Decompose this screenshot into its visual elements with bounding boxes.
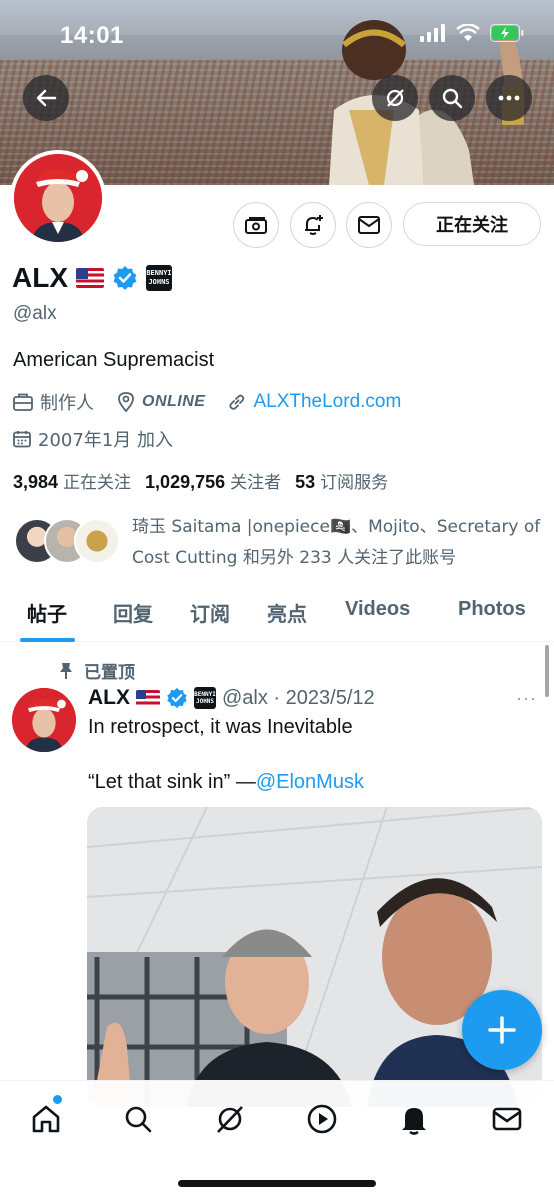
post-photo[interactable] xyxy=(87,807,542,1107)
more-options-button[interactable] xyxy=(486,75,532,121)
post-photo-image xyxy=(87,807,542,1107)
message-button[interactable] xyxy=(346,202,392,248)
affiliate-badge[interactable]: BENNYI JOHNS xyxy=(146,265,172,291)
search-button[interactable] xyxy=(429,75,475,121)
subscriptions-count: 53 xyxy=(295,472,316,492)
mail-icon xyxy=(492,1107,522,1131)
avatar-portrait-icon xyxy=(14,154,102,242)
post-text-line2: “Let that sink in” —@ElonMusk xyxy=(88,771,364,794)
battery-icon xyxy=(490,24,524,42)
back-button[interactable] xyxy=(23,75,69,121)
followers-label: 关注者 xyxy=(230,473,282,493)
followers-stat[interactable]: 1,029,756 关注者 xyxy=(145,468,281,493)
following-label: 正在关注 xyxy=(63,473,132,493)
post-author-avatar[interactable] xyxy=(12,688,76,752)
tab-videos[interactable]: Videos xyxy=(345,598,410,621)
pinned-label: 已置顶 xyxy=(84,663,135,683)
profile-meta-row: 制作人 ONLINE ALXTheLord.com xyxy=(12,389,401,415)
tab-highlights[interactable]: 亮点 xyxy=(267,598,307,627)
profile-stats: 3,984 正在关注 1,029,756 关注者 53 订阅服务 xyxy=(13,468,388,493)
post-author-name[interactable]: ALX xyxy=(88,686,130,710)
profile-website-link[interactable]: ALXTheLord.com xyxy=(253,391,401,413)
post-avatar-portrait-icon xyxy=(12,688,76,752)
signal-icon xyxy=(420,24,445,42)
tab-photos[interactable]: Photos xyxy=(458,598,526,621)
profile-bio: American Supremacist xyxy=(13,349,215,371)
nav-video[interactable] xyxy=(302,1099,342,1139)
profile-avatar[interactable] xyxy=(10,150,106,246)
compose-post-button[interactable] xyxy=(462,990,542,1070)
play-circle-icon xyxy=(307,1104,337,1134)
profile-name: ALX xyxy=(12,262,68,293)
bell-plus-icon xyxy=(305,215,323,235)
followers-you-know-text: 琦玉 Saitama |onepiece🏴‍☠️、Mojito、Secretar… xyxy=(132,517,541,568)
profile-handle: @alx xyxy=(13,303,57,324)
grok-button[interactable] xyxy=(372,75,418,121)
profile-name-row: ALX BENNYI JOHNS xyxy=(12,262,172,294)
profile-joined-date: 2007年1月 加入 xyxy=(38,430,173,451)
money-icon xyxy=(245,217,267,234)
briefcase-icon xyxy=(13,393,33,411)
mail-icon xyxy=(358,216,380,234)
search-icon xyxy=(442,88,463,109)
plus-icon xyxy=(488,1016,516,1044)
tab-subscriptions[interactable]: 订阅 xyxy=(190,598,230,627)
home-indicator[interactable] xyxy=(178,1180,376,1187)
profile-tabs: 帖子 回复 订阅 亮点 Videos Photos xyxy=(0,590,554,642)
followers-count: 1,029,756 xyxy=(145,472,226,492)
home-icon xyxy=(32,1105,60,1133)
verified-badge-icon xyxy=(167,687,187,709)
status-time: 14:01 xyxy=(60,22,124,49)
active-tab-indicator xyxy=(20,638,75,642)
post-text-line1: In retrospect, it was Inevitable xyxy=(88,716,353,738)
following-button[interactable]: 正在关注 xyxy=(403,202,541,246)
affiliate-badge: BENNYI JOHNS xyxy=(194,687,216,709)
post-meta: @alx · 2023/5/12 xyxy=(222,686,375,709)
nav-messages[interactable] xyxy=(487,1099,527,1139)
tab-replies[interactable]: 回复 xyxy=(113,598,153,627)
following-stat[interactable]: 3,984 正在关注 xyxy=(13,468,131,493)
post-header: ALX BENNYI JOHNS @alx · 2023/5/12 xyxy=(88,686,375,710)
calendar-icon xyxy=(13,431,31,448)
subscriptions-stat[interactable]: 53 订阅服务 xyxy=(295,468,388,493)
arrow-left-icon xyxy=(36,89,57,107)
scrollbar[interactable] xyxy=(545,645,549,697)
more-icon xyxy=(498,95,520,101)
post-more-button[interactable]: ··· xyxy=(516,688,537,709)
profile-joined-row: 2007年1月 加入 xyxy=(12,426,173,452)
following-count: 3,984 xyxy=(13,472,59,492)
us-flag-icon xyxy=(76,268,104,288)
notifications-toggle-button[interactable] xyxy=(290,202,336,248)
followers-you-know[interactable]: 琦玉 Saitama |onepiece🏴‍☠️、Mojito、Secretar… xyxy=(14,512,544,572)
profile-location: ONLINE xyxy=(142,393,206,410)
nav-grok[interactable] xyxy=(210,1099,250,1139)
us-flag-icon xyxy=(136,689,160,707)
nav-notifications[interactable] xyxy=(394,1099,434,1139)
home-unread-dot xyxy=(53,1095,62,1104)
followers-you-know-avatars xyxy=(14,518,124,566)
nav-home[interactable] xyxy=(26,1099,66,1139)
verified-badge-icon[interactable] xyxy=(112,265,138,291)
location-pin-icon xyxy=(118,392,134,413)
subscribe-button[interactable] xyxy=(233,202,279,248)
profile-profession: 制作人 xyxy=(40,393,94,414)
nav-search[interactable] xyxy=(118,1099,158,1139)
link-icon xyxy=(229,394,245,410)
search-icon xyxy=(125,1106,152,1133)
bell-icon xyxy=(402,1108,426,1135)
pin-icon xyxy=(60,662,72,679)
grok-icon xyxy=(386,89,404,107)
wifi-icon xyxy=(456,24,480,41)
post-quote-text: “Let that sink in” — xyxy=(88,771,256,793)
subscriptions-label: 订阅服务 xyxy=(320,473,389,493)
tab-posts[interactable]: 帖子 xyxy=(27,598,67,627)
status-icons xyxy=(420,24,524,42)
post-mention-link[interactable]: @ElonMusk xyxy=(256,771,364,793)
pinned-indicator: 已置顶 xyxy=(58,658,135,683)
known-follower-avatar xyxy=(74,518,120,564)
grok-icon xyxy=(217,1106,243,1133)
